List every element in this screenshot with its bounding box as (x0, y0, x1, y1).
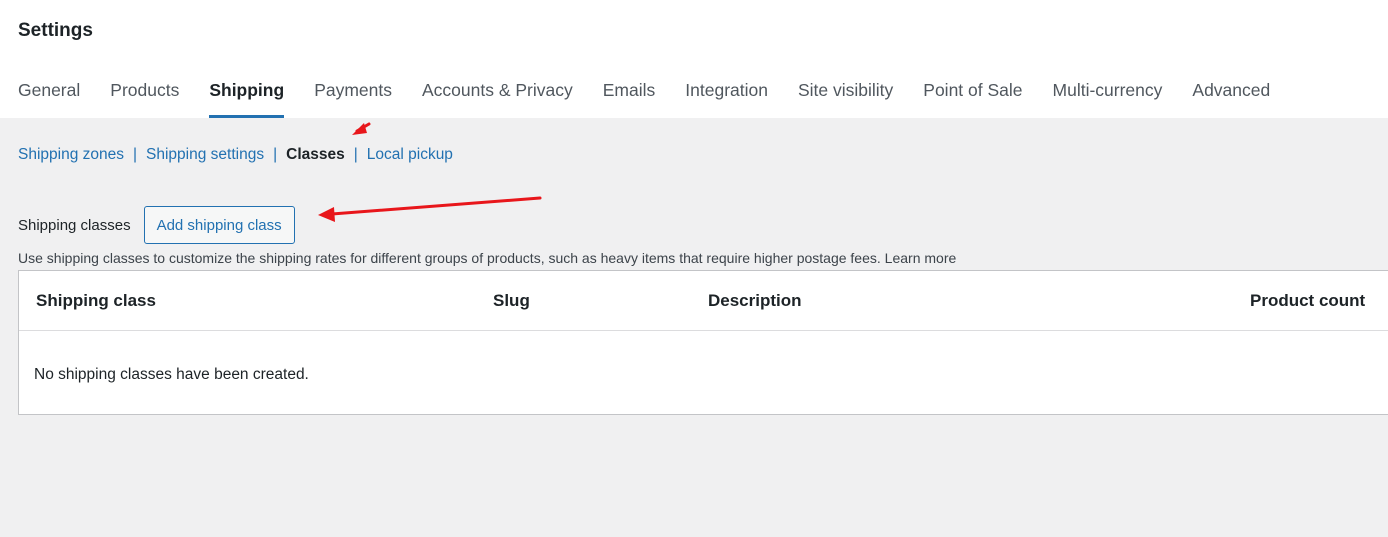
subnav-separator: | (353, 146, 358, 163)
description-text: Use shipping classes to customize the sh… (18, 250, 881, 266)
tab-multi-currency[interactable]: Multi-currency (1053, 80, 1163, 118)
tab-site-visibility[interactable]: Site visibility (798, 80, 893, 118)
tab-point-of-sale[interactable]: Point of Sale (923, 80, 1022, 118)
add-shipping-class-button[interactable]: Add shipping class (143, 206, 295, 244)
annotation-arrow-shaft (330, 196, 542, 216)
tab-general[interactable]: General (18, 80, 80, 118)
shipping-subnav: Shipping zones | Shipping settings | Cla… (18, 146, 453, 164)
subnav-shipping-zones[interactable]: Shipping zones (18, 146, 124, 164)
annotation-arrowhead (318, 207, 335, 222)
subnav-separator: | (273, 146, 278, 163)
column-product-count: Product count (1250, 291, 1366, 310)
shipping-classes-table: Shipping class Slug Description Product … (18, 270, 1388, 415)
shipping-classes-section: Shipping classes Add shipping class (18, 206, 295, 244)
tab-shipping[interactable]: Shipping (209, 80, 285, 118)
subnav-local-pickup[interactable]: Local pickup (367, 146, 453, 164)
table-header: Shipping class Slug Description Product … (19, 271, 1388, 331)
column-slug: Slug (493, 291, 530, 310)
section-description: Use shipping classes to customize the sh… (18, 250, 956, 266)
subnav-classes-current: Classes (286, 146, 345, 163)
subnav-shipping-settings[interactable]: Shipping settings (146, 146, 264, 164)
tab-advanced[interactable]: Advanced (1192, 80, 1270, 118)
column-description: Description (708, 291, 802, 310)
settings-tabs: General Products Shipping Payments Accou… (18, 80, 1300, 118)
settings-header: Settings General Products Shipping Payme… (0, 0, 1388, 118)
column-shipping-class: Shipping class (36, 291, 156, 310)
subnav-separator: | (133, 146, 138, 163)
page-title: Settings (18, 20, 93, 41)
tab-accounts-privacy[interactable]: Accounts & Privacy (422, 80, 573, 118)
learn-more-link[interactable]: Learn more (885, 250, 957, 266)
tab-products[interactable]: Products (110, 80, 179, 118)
tab-integration[interactable]: Integration (685, 80, 768, 118)
tab-payments[interactable]: Payments (314, 80, 392, 118)
tab-emails[interactable]: Emails (603, 80, 656, 118)
section-label: Shipping classes (18, 216, 131, 234)
annotation-arrowhead (352, 123, 367, 135)
empty-table-message: No shipping classes have been created. (34, 366, 309, 383)
annotation-arrow-shaft (355, 122, 371, 133)
